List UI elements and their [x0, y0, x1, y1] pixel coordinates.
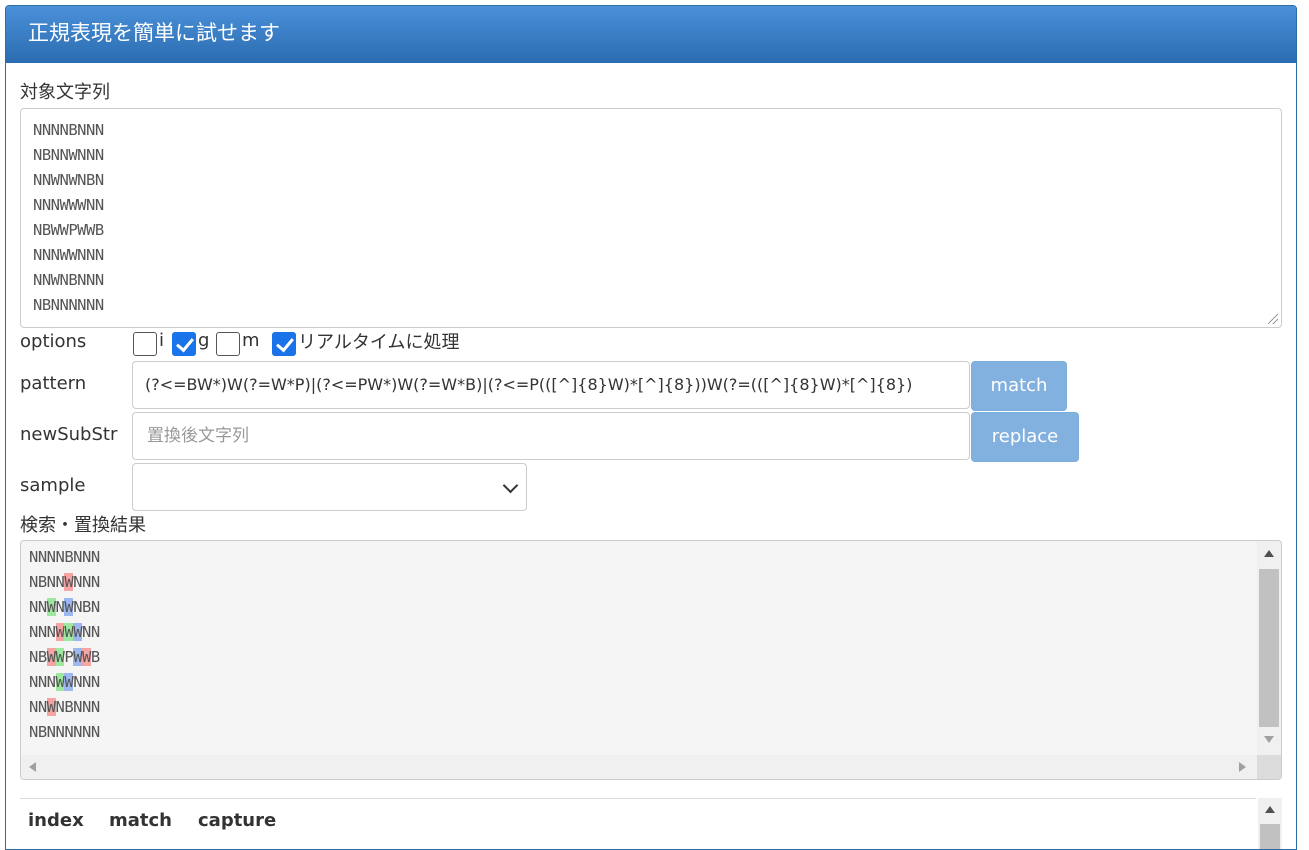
match-highlight: W [73, 648, 83, 666]
table-vertical-scrollbar[interactable] [1258, 798, 1282, 849]
new-substr-input[interactable]: 置換後文字列 [132, 412, 970, 460]
sample-select[interactable] [132, 463, 527, 511]
target-string-content: NNNNBNNN NBNNWNNN NNWNWNBN NNNWWWNN NBWWPWWB… [33, 118, 1269, 318]
result-text: NNN [29, 673, 56, 691]
match-highlight: W [73, 623, 83, 641]
target-string-textarea[interactable]: NNNNBNNN NBNNWNNN NNWNWNBN NNNWWWNN NBWWPWWB… [20, 108, 1282, 328]
result-text: NB [29, 648, 47, 666]
match-highlight: W [82, 648, 91, 666]
result-text: NNN [29, 623, 56, 641]
match-highlight: W [46, 598, 56, 616]
chevron-down-icon [502, 477, 519, 494]
scrollbar-thumb[interactable] [1260, 824, 1280, 849]
result-line: NNWNWNBN [29, 595, 100, 620]
sample-label: sample [20, 475, 86, 496]
match-table: index match capture [20, 798, 1282, 849]
scroll-right-icon[interactable] [1239, 762, 1246, 772]
page-title: 正規表現を簡単に試せます [6, 6, 1296, 63]
match-highlight: W [46, 698, 56, 716]
result-line: NBNNWNNN [29, 570, 100, 595]
scrollbar-corner [1257, 755, 1281, 779]
match-highlight: W [46, 648, 56, 666]
result-label: 検索・置換結果 [20, 515, 146, 536]
result-text: NBNNNNNN [29, 723, 100, 741]
target-line: NNNWWWNN [33, 196, 104, 214]
target-string-label: 対象文字列 [20, 82, 110, 103]
option-g-label: g [198, 330, 210, 351]
result-text: NN [29, 698, 47, 716]
match-highlight: W [64, 623, 74, 641]
pattern-label: pattern [20, 373, 87, 394]
scroll-up-icon[interactable] [1265, 806, 1275, 813]
match-button[interactable]: match [971, 361, 1067, 411]
target-line: NNNWWNNN [33, 246, 104, 264]
result-horizontal-scrollbar[interactable] [21, 755, 1257, 779]
result-text: NNNNBNNN [29, 548, 100, 566]
result-text: NN [29, 598, 47, 616]
table-header-match: match [109, 810, 172, 831]
result-content: NNNNBNNN NBNNWNNN NNWNWNBN NNNWWWNN NBWWPWWB… [29, 545, 100, 745]
option-m-checkbox[interactable] [216, 332, 240, 356]
match-highlight: W [64, 573, 74, 591]
target-line: NNWNWNBN [33, 171, 104, 189]
target-line: NBNNWNNN [33, 146, 104, 164]
result-text: NBN [73, 598, 100, 616]
option-realtime-label: リアルタイムに処理 [298, 332, 460, 353]
result-text: B [90, 648, 100, 666]
option-i-checkbox[interactable] [133, 332, 157, 356]
option-m-label: m [242, 330, 260, 351]
result-line: NBWWPWWB [29, 645, 100, 670]
result-text: NNN [73, 673, 100, 691]
result-line: NNNWWWNN [29, 620, 100, 645]
result-line: NNNWWNNN [29, 670, 100, 695]
scroll-left-icon[interactable] [29, 762, 36, 772]
result-text: NN [82, 623, 100, 641]
new-substr-label: newSubStr [20, 424, 118, 445]
table-header-index: index [28, 810, 84, 831]
resize-grip-icon[interactable] [1268, 314, 1278, 324]
result-output: NNNNBNNN NBNNWNNN NNWNWNBN NNNWWWNN NBWWPWWB… [20, 540, 1282, 780]
option-g-checkbox[interactable] [172, 332, 196, 356]
replace-button[interactable]: replace [971, 412, 1079, 462]
result-line: NNNNBNNN [29, 545, 100, 570]
scroll-down-icon[interactable] [1264, 736, 1274, 743]
result-text: NNN [73, 573, 100, 591]
result-text: NBNNN [55, 698, 101, 716]
result-text: NBNN [29, 573, 65, 591]
match-highlight: W [64, 673, 74, 691]
scroll-up-icon[interactable] [1264, 550, 1274, 557]
target-line: NNWNBNNN [33, 271, 104, 289]
target-line: NNNNBNNN [33, 121, 104, 139]
table-divider [20, 798, 1256, 799]
match-highlight: W [64, 598, 74, 616]
scrollbar-thumb[interactable] [1259, 569, 1279, 727]
target-line: NBWWPWWB [33, 221, 104, 239]
option-i-label: i [159, 330, 165, 351]
result-line: NNWNBNNN [29, 695, 100, 720]
result-text: P [64, 648, 74, 666]
table-header-capture: capture [198, 810, 277, 831]
result-vertical-scrollbar[interactable] [1257, 541, 1281, 755]
result-line: NBNNNNNN [29, 720, 100, 745]
option-realtime-checkbox[interactable] [272, 332, 296, 356]
options-label: options [20, 331, 87, 352]
regex-tester-panel: 正規表現を簡単に試せます 対象文字列 NNNNBNNN NBNNWNNN NNWNW… [5, 5, 1297, 850]
pattern-input[interactable]: (?<=BW*)W(?=W*P)|(?<=PW*)W(?=W*B)|(?<=P(… [132, 361, 970, 409]
target-line: NBNNNNNN [33, 296, 104, 314]
